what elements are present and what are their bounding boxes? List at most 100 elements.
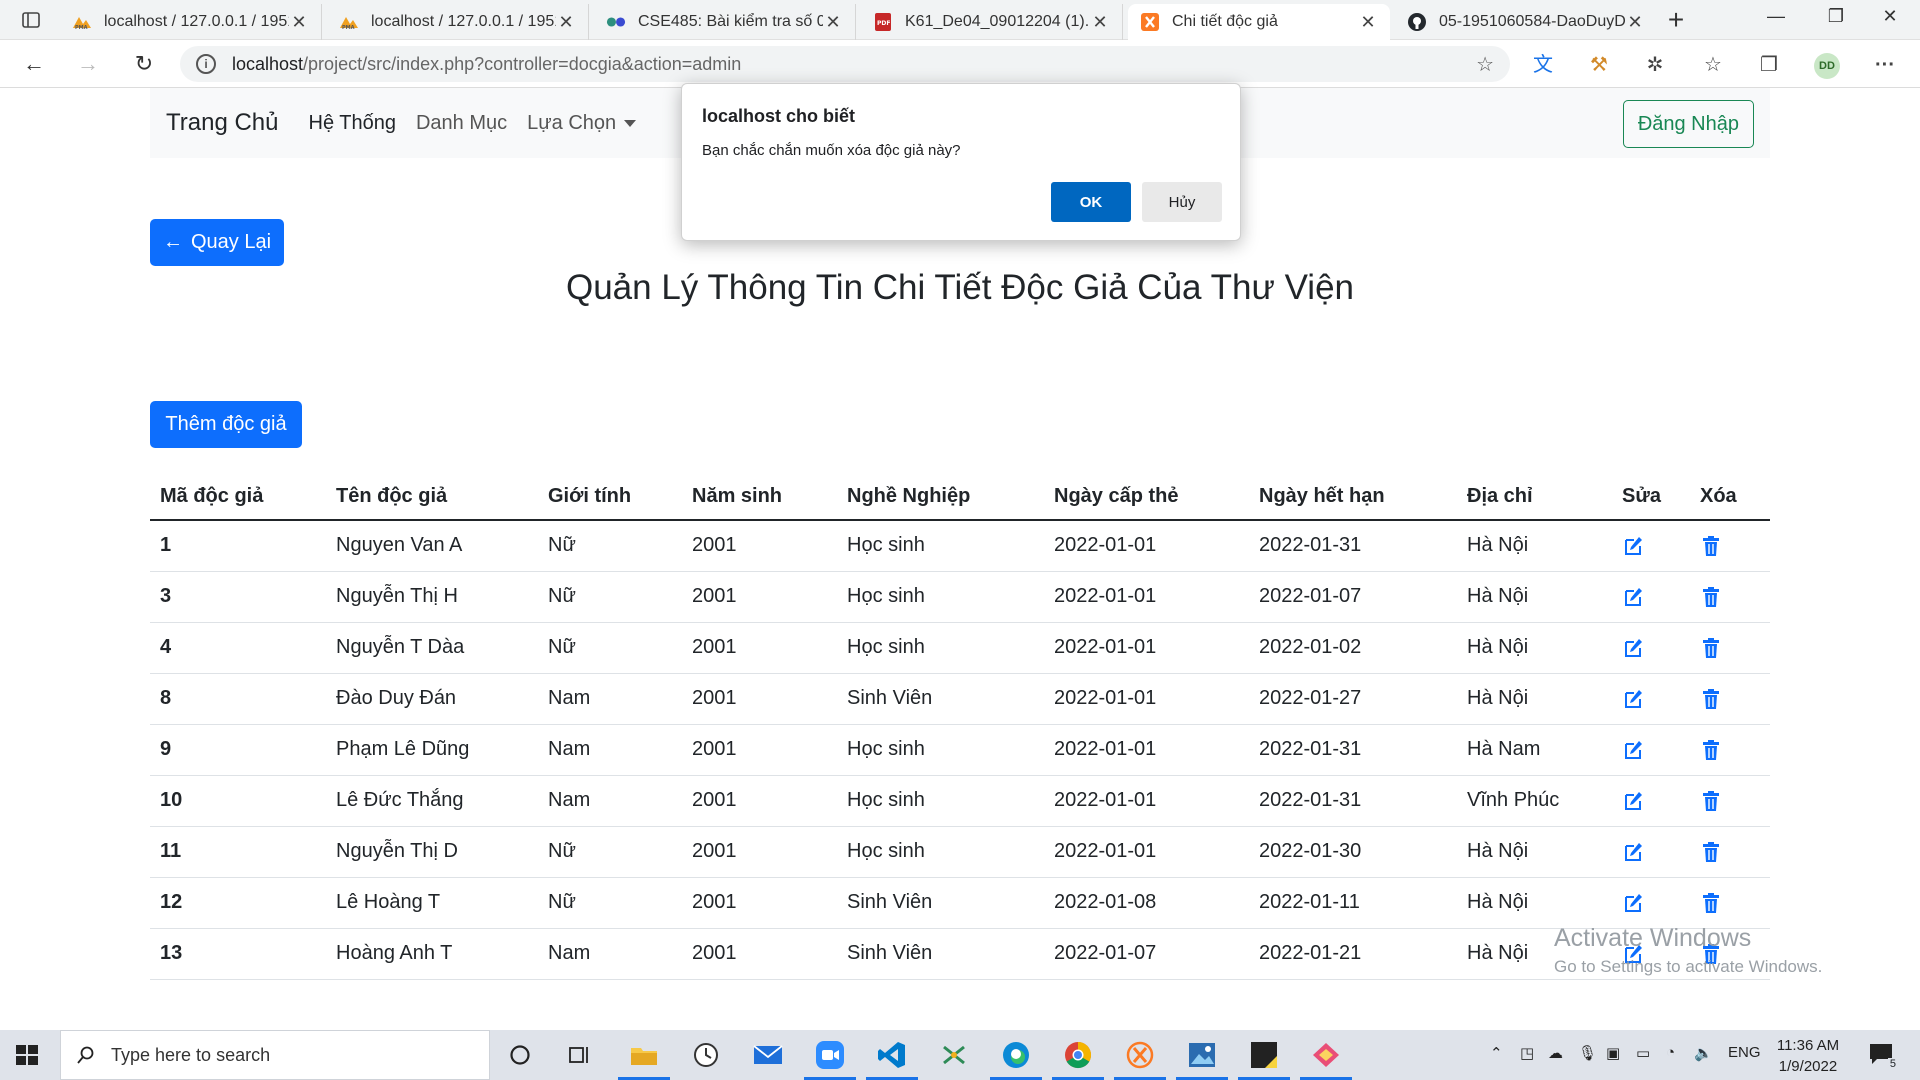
language-indicator[interactable]: ENG: [1728, 1044, 1761, 1061]
restore-icon[interactable]: ❐: [1806, 6, 1866, 34]
extension-hammer-icon[interactable]: ⚒: [1586, 52, 1612, 78]
edit-cell: [1612, 622, 1690, 674]
trash-icon[interactable]: [1700, 688, 1722, 710]
nav-dropdown-label: Lựa Chọn: [527, 111, 617, 134]
more-menu-icon[interactable]: ···: [1872, 52, 1898, 78]
browser-tab[interactable]: PMA localhost / 127.0.0.1 / 19510 ✕: [60, 4, 322, 40]
delete-cell: [1690, 622, 1770, 674]
show-hidden-icons-icon[interactable]: ⌃: [1490, 1044, 1503, 1062]
forward-nav-icon[interactable]: →: [72, 50, 104, 78]
close-tab-icon[interactable]: ✕: [1625, 12, 1645, 33]
vscode-icon[interactable]: [866, 1038, 918, 1080]
reader-id-cell: 4: [150, 622, 326, 674]
task-view-icon[interactable]: [562, 1038, 598, 1072]
edge-icon[interactable]: [990, 1038, 1042, 1080]
edit-icon[interactable]: [1622, 841, 1644, 863]
collections-icon[interactable]: ❐: [1756, 52, 1782, 78]
close-window-icon[interactable]: ✕: [1860, 6, 1920, 34]
cortana-icon[interactable]: [502, 1038, 538, 1072]
close-tab-icon[interactable]: ✕: [1090, 12, 1110, 33]
trash-icon[interactable]: [1700, 892, 1722, 914]
browser-tab-active[interactable]: Chi tiết độc giả ✕: [1128, 4, 1390, 40]
column-header: Tên độc giả: [326, 474, 538, 521]
table-row: 1 Nguyen Van A Nữ 2001 Học sinh 2022-01-01 202…: [150, 520, 1770, 572]
microphone-icon[interactable]: 🎙: [1578, 1044, 1597, 1062]
windows-start-icon[interactable]: [12, 1040, 42, 1070]
address-cell: Hà Nội: [1457, 673, 1612, 725]
browser-tab[interactable]: PDF K61_De04_09012204 (1).pdf ✕: [861, 4, 1123, 40]
back-nav-icon[interactable]: ←: [18, 50, 50, 78]
chrome-icon[interactable]: [1052, 1038, 1104, 1080]
edit-cell: [1612, 520, 1690, 572]
xampp-taskbar-icon[interactable]: [1114, 1038, 1166, 1080]
trash-icon[interactable]: [1700, 841, 1722, 863]
cancel-button[interactable]: Hủy: [1142, 182, 1222, 222]
minimize-icon[interactable]: —: [1746, 6, 1806, 34]
ok-button[interactable]: OK: [1051, 182, 1131, 222]
trash-icon[interactable]: [1700, 790, 1722, 812]
trash-icon[interactable]: [1700, 637, 1722, 659]
edit-icon[interactable]: [1622, 892, 1644, 914]
browser-tab[interactable]: PMA localhost / 127.0.0.1 / 19510 ✕: [327, 4, 589, 40]
trash-icon[interactable]: [1700, 535, 1722, 557]
reader-id-cell: 1: [150, 520, 326, 572]
favorite-star-icon[interactable]: ☆: [1476, 52, 1494, 77]
edit-icon[interactable]: [1622, 790, 1644, 812]
edit-icon[interactable]: [1622, 535, 1644, 557]
sticky-notes-icon[interactable]: [1238, 1038, 1290, 1080]
zoom-icon[interactable]: [804, 1038, 856, 1080]
back-button[interactable]: ← Quay Lại: [150, 219, 284, 266]
edit-icon[interactable]: [1622, 586, 1644, 608]
new-tab-button[interactable]: +: [1660, 6, 1692, 36]
birth-year-cell: 2001: [682, 877, 837, 929]
login-button[interactable]: Đăng Nhập: [1622, 100, 1754, 148]
nav-dropdown-lua-chon[interactable]: Lựa Chọn: [527, 111, 637, 135]
add-reader-button[interactable]: Thêm độc giả: [150, 401, 302, 448]
taskbar-clock[interactable]: 11:36 AM 1/9/2022: [1770, 1035, 1846, 1077]
birth-year-cell: 2001: [682, 775, 837, 827]
profile-avatar[interactable]: DD: [1814, 53, 1840, 79]
reader-id-cell: 9: [150, 724, 326, 776]
file-explorer-icon[interactable]: [618, 1038, 670, 1080]
edit-icon[interactable]: [1622, 739, 1644, 761]
photos-icon[interactable]: [1176, 1038, 1228, 1080]
trash-icon[interactable]: [1700, 739, 1722, 761]
browser-tab[interactable]: CSE485: Bài kiểm tra số 04 ( ✕: [594, 4, 856, 40]
activate-windows-watermark: Activate Windows Go to Settings to activ…: [1554, 924, 1822, 977]
close-tab-icon[interactable]: ✕: [289, 12, 309, 33]
battery-icon[interactable]: ▭: [1636, 1044, 1650, 1062]
mail-icon[interactable]: [750, 1038, 786, 1072]
address-cell: Hà Nội: [1457, 826, 1612, 878]
reload-icon[interactable]: ↻: [128, 50, 160, 78]
notification-center-icon[interactable]: 5: [1868, 1042, 1898, 1070]
edit-icon[interactable]: [1622, 688, 1644, 710]
close-tab-icon[interactable]: ✕: [556, 12, 576, 33]
address-bar[interactable]: i localhost/project/src/index.php?contro…: [180, 46, 1510, 82]
taskbar-search-box[interactable]: Type here to search: [60, 1030, 490, 1080]
wifi-icon[interactable]: ◔: [1666, 1044, 1675, 1061]
volume-icon[interactable]: 🔈: [1694, 1044, 1713, 1062]
edit-icon[interactable]: [1622, 637, 1644, 659]
meet-now-icon[interactable]: ◳: [1520, 1044, 1534, 1062]
extensions-puzzle-icon[interactable]: ✲: [1642, 52, 1668, 78]
brand-home-link[interactable]: Trang Chủ: [166, 109, 279, 137]
nav-link-he-thong[interactable]: Hệ Thống: [309, 112, 396, 135]
network-alert-icon[interactable]: ▣: [1606, 1044, 1620, 1062]
snipping-tool-icon[interactable]: [936, 1038, 972, 1072]
site-info-icon[interactable]: i: [196, 54, 216, 74]
close-tab-icon[interactable]: ✕: [823, 12, 843, 33]
column-header: Năm sinh: [682, 474, 837, 521]
browser-tab[interactable]: 05-1951060584-DaoDuyDan ✕: [1395, 4, 1657, 40]
translate-icon[interactable]: 文: [1530, 52, 1556, 78]
clock-app-icon[interactable]: [688, 1038, 724, 1072]
favorites-icon[interactable]: ☆: [1700, 52, 1726, 78]
tab-actions-icon[interactable]: [14, 8, 48, 32]
close-tab-icon[interactable]: ✕: [1358, 12, 1378, 33]
nav-link-danh-muc[interactable]: Danh Mục: [416, 112, 507, 135]
reader-id-cell: 8: [150, 673, 326, 725]
occupation-cell: Học sinh: [837, 826, 1044, 878]
trash-icon[interactable]: [1700, 586, 1722, 608]
onedrive-icon[interactable]: ☁: [1548, 1044, 1563, 1062]
reader-id-cell: 3: [150, 571, 326, 623]
git-client-icon[interactable]: [1300, 1038, 1352, 1080]
